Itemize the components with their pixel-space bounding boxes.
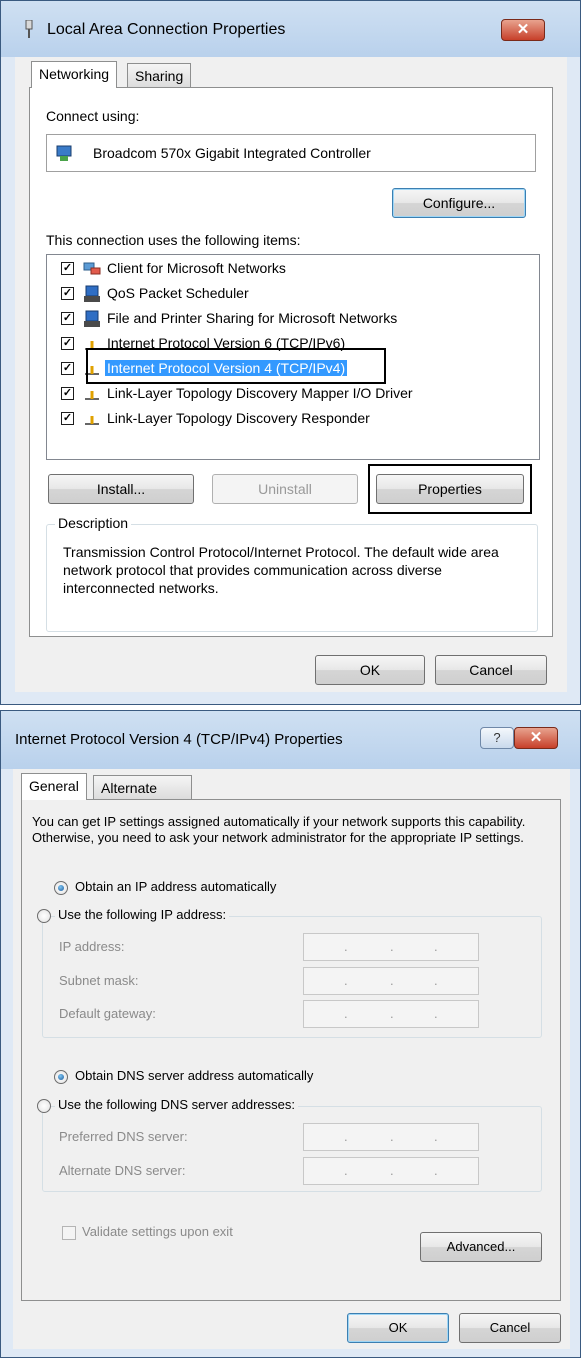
install-button[interactable]: Install... (48, 474, 194, 504)
intro-text: You can get IP settings assigned automat… (32, 814, 526, 845)
list-item[interactable]: ✓ QoS Packet Scheduler (47, 282, 517, 306)
tab-sharing[interactable]: Sharing (127, 63, 192, 87)
connect-using-label: Connect using: (46, 108, 140, 124)
tab-networking[interactable]: Networking (31, 61, 118, 88)
alternate-dns-field[interactable]: ... (303, 1157, 479, 1185)
cancel-button[interactable]: Cancel (459, 1313, 561, 1343)
preferred-dns-field[interactable]: ... (303, 1123, 479, 1151)
dialog-client-area: Networking Sharing Connect using: Broadc… (15, 57, 567, 692)
checkbox[interactable]: ✓ (61, 412, 74, 425)
checkbox[interactable]: ✓ (61, 312, 74, 325)
network-card-icon (56, 145, 72, 161)
checkbox[interactable]: ✓ (61, 387, 74, 400)
cancel-button[interactable]: Cancel (435, 655, 547, 685)
tab-general[interactable]: General (21, 773, 87, 800)
window-title: Internet Protocol Version 4 (TCP/IPv4) P… (15, 731, 343, 748)
description-legend: Description (55, 515, 132, 531)
obtain-ip-auto-radio[interactable] (54, 881, 68, 895)
obtain-ip-auto-label: Obtain an IP address automatically (75, 879, 277, 894)
local-area-connection-properties-dialog: Local Area Connection Properties ✕ Netwo… (0, 0, 581, 705)
use-following-dns-radio[interactable] (37, 1099, 51, 1113)
advanced-button[interactable]: Advanced... (420, 1232, 542, 1262)
window-title: Local Area Connection Properties (47, 21, 286, 38)
network-client-icon (83, 262, 101, 275)
help-button[interactable]: ? (480, 727, 514, 749)
uninstall-button[interactable]: Uninstall (212, 474, 358, 504)
checkbox[interactable]: ✓ (61, 337, 74, 350)
general-panel: You can get IP settings assigned automat… (21, 799, 561, 1301)
ipv4-highlight-annotation (86, 348, 386, 384)
use-following-ip-label: Use the following IP address: (55, 907, 230, 922)
obtain-dns-auto-radio[interactable] (54, 1070, 68, 1084)
item-label: Link-Layer Topology Discovery Mapper I/O… (107, 385, 413, 401)
items-label: This connection uses the following items… (46, 232, 301, 248)
protocol-icon (85, 391, 99, 400)
list-item[interactable]: ✓ Link-Layer Topology Discovery Mapper I… (47, 382, 517, 406)
close-button[interactable]: ✕ (514, 727, 558, 749)
checkbox[interactable]: ✓ (61, 287, 74, 300)
preferred-dns-label: Preferred DNS server: (59, 1129, 188, 1144)
default-gateway-field[interactable]: ... (303, 1000, 479, 1028)
ipv4-properties-dialog: Internet Protocol Version 4 (TCP/IPv4) P… (0, 710, 581, 1358)
item-label: Client for Microsoft Networks (107, 260, 286, 276)
static-dns-group: Use the following DNS server addresses: … (37, 1097, 542, 1192)
service-icon (84, 285, 100, 302)
description-text: Transmission Control Protocol/Internet P… (63, 544, 499, 596)
subnet-mask-field[interactable]: ... (303, 967, 479, 995)
ok-button[interactable]: OK (315, 655, 425, 685)
obtain-dns-auto-label: Obtain DNS server address automatically (75, 1068, 314, 1083)
default-gateway-label: Default gateway: (59, 1006, 156, 1021)
title-bar: Internet Protocol Version 4 (TCP/IPv4) P… (1, 711, 580, 769)
adapter-box: Broadcom 570x Gigabit Integrated Control… (46, 134, 536, 172)
checkbox[interactable]: ✓ (61, 362, 74, 375)
validate-settings-label: Validate settings upon exit (82, 1224, 233, 1239)
ip-address-field[interactable]: ... (303, 933, 479, 961)
service-icon (84, 310, 100, 327)
adapter-name: Broadcom 570x Gigabit Integrated Control… (93, 145, 371, 161)
networking-panel: Connect using: Broadcom 570x Gigabit Int… (29, 87, 553, 637)
ok-button[interactable]: OK (347, 1313, 449, 1343)
protocol-icon (85, 416, 99, 425)
close-button[interactable]: ✕ (501, 19, 545, 41)
validate-settings-checkbox[interactable] (62, 1226, 76, 1240)
checkbox[interactable]: ✓ (61, 262, 74, 275)
network-adapter-icon (25, 20, 33, 38)
description-group: Description Transmission Control Protoco… (46, 515, 538, 632)
use-following-dns-label: Use the following DNS server addresses: (55, 1097, 298, 1112)
list-item[interactable]: ✓ Client for Microsoft Networks (47, 257, 517, 281)
ip-address-label: IP address: (59, 939, 125, 954)
alternate-dns-label: Alternate DNS server: (59, 1163, 186, 1178)
list-item[interactable]: ✓ Link-Layer Topology Discovery Responde… (47, 407, 517, 431)
item-label: QoS Packet Scheduler (107, 285, 249, 301)
list-item[interactable]: ✓ File and Printer Sharing for Microsoft… (47, 307, 517, 331)
properties-highlight-annotation (368, 464, 532, 514)
use-following-ip-radio[interactable] (37, 909, 51, 923)
item-label: Link-Layer Topology Discovery Responder (107, 410, 370, 426)
configure-button[interactable]: Configure... (392, 188, 526, 218)
dialog-client-area: General Alternate Configuration You can … (13, 769, 570, 1349)
subnet-mask-label: Subnet mask: (59, 973, 139, 988)
title-bar: Local Area Connection Properties ✕ (1, 1, 580, 57)
item-label: File and Printer Sharing for Microsoft N… (107, 310, 398, 326)
tab-alternate-configuration[interactable]: Alternate Configuration (93, 775, 193, 812)
static-ip-group: Use the following IP address: IP address… (37, 907, 542, 1038)
